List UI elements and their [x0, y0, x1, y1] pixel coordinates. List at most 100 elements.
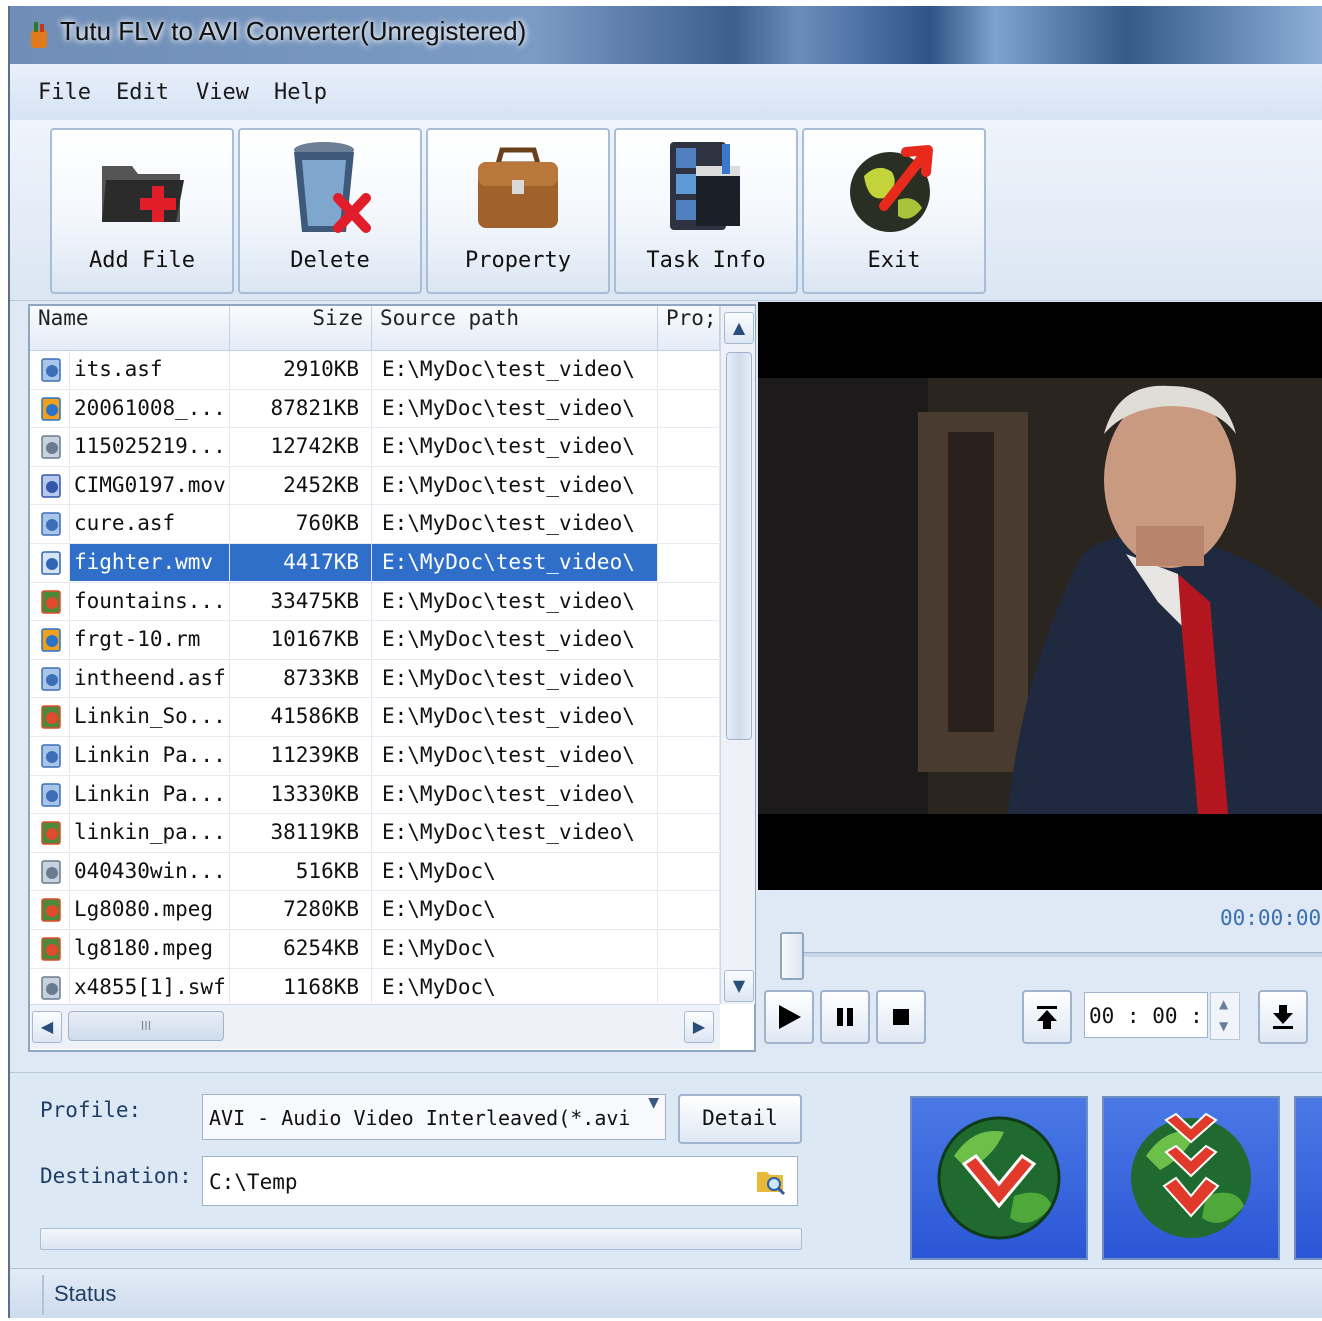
window-title: Tutu FLV to AVI Converter(Unregistered) — [60, 16, 527, 46]
destination-field[interactable]: C:\Temp — [202, 1156, 798, 1206]
file-progress — [658, 968, 720, 1003]
file-size: 2452KB — [230, 466, 372, 504]
horizontal-scrollbar[interactable]: ◀ III ▶ — [30, 1004, 720, 1049]
file-progress — [658, 582, 720, 620]
file-row[interactable]: 115025219... 12742KB E:\MyDoc\test_video\ — [30, 428, 720, 467]
file-row[interactable]: linkin_pa... 38119KB E:\MyDoc\test_video\ — [30, 814, 720, 853]
set-start-button[interactable] — [1022, 990, 1072, 1044]
status-bar: Status — [10, 1268, 1322, 1318]
file-progress — [658, 929, 720, 967]
property-button[interactable]: Property — [426, 128, 610, 294]
menu-help[interactable]: Help — [274, 80, 327, 105]
column-header-size[interactable]: Size — [230, 306, 372, 350]
file-row[interactable]: Lg8080.mpeg 7280KB E:\MyDoc\ — [30, 891, 720, 930]
profile-select[interactable]: AVI - Audio Video Interleaved(*.avi ▼ — [202, 1094, 666, 1140]
add-file-button[interactable]: Add File — [50, 128, 234, 294]
file-source-path: E:\MyDoc\test_video\ — [372, 814, 658, 852]
file-row[interactable]: its.asf 2910KB E:\MyDoc\test_video\ — [30, 351, 720, 390]
seek-bar[interactable] — [782, 952, 1322, 957]
scroll-down-arrow-icon[interactable]: ▼ — [724, 970, 754, 1002]
asf-video-icon — [41, 512, 61, 537]
file-icon-cell — [30, 929, 70, 967]
time-spinner[interactable]: ▲ ▼ — [1210, 992, 1240, 1040]
file-row[interactable]: 040430win... 516KB E:\MyDoc\ — [30, 852, 720, 892]
convert-globe-icon — [937, 1116, 1061, 1240]
file-row[interactable]: Linkin_So... 41586KB E:\MyDoc\test_video\ — [30, 698, 720, 737]
file-size: 33475KB — [230, 582, 372, 620]
file-row[interactable]: 20061008_... 87821KB E:\MyDoc\test_video\ — [30, 389, 720, 429]
time-field[interactable]: 00 : 00 : 00 — [1084, 992, 1241, 1038]
stop-button[interactable] — [876, 990, 926, 1044]
title-bar[interactable]: Tutu FLV to AVI Converter(Unregistered) — [10, 6, 1322, 64]
file-source-path: E:\MyDoc\test_video\ — [372, 582, 658, 620]
file-size: 760KB — [230, 505, 372, 543]
file-icon-cell — [30, 775, 70, 813]
file-row[interactable]: Linkin Pa... 11239KB E:\MyDoc\test_video\ — [30, 736, 720, 776]
column-header-progress[interactable]: Pro; — [658, 306, 720, 350]
file-size: 2910KB — [230, 351, 372, 388]
file-icon-cell — [30, 466, 70, 504]
column-header-name[interactable]: Name — [30, 306, 230, 350]
set-end-button[interactable] — [1258, 990, 1308, 1044]
browse-folder-icon[interactable] — [755, 1166, 787, 1196]
file-row[interactable]: CIMG0197.mov 2452KB E:\MyDoc\test_video\ — [30, 466, 720, 506]
detail-button[interactable]: Detail — [678, 1094, 802, 1144]
spin-down-icon[interactable]: ▼ — [1219, 1019, 1228, 1033]
vertical-scroll-thumb[interactable] — [726, 352, 752, 740]
task-info-button[interactable]: Task Info — [614, 128, 798, 294]
file-size: 11239KB — [230, 736, 372, 774]
file-row[interactable]: Linkin Pa... 13330KB E:\MyDoc\test_video\ — [30, 775, 720, 815]
file-icon-cell — [30, 428, 70, 466]
exit-button[interactable]: Exit — [802, 128, 986, 294]
convert-button[interactable] — [910, 1096, 1088, 1260]
file-icon-cell — [30, 389, 70, 427]
quicktime-file-icon — [41, 474, 61, 498]
file-source-path: E:\MyDoc\test_video\ — [372, 428, 658, 466]
seek-thumb[interactable] — [780, 932, 804, 980]
file-name: cure.asf — [70, 505, 230, 543]
file-icon-cell — [30, 698, 70, 736]
file-size: 41586KB — [230, 698, 372, 736]
stop-icon — [893, 1009, 909, 1025]
file-icon-cell — [30, 659, 70, 697]
spin-up-icon[interactable]: ▲ — [1219, 997, 1228, 1011]
file-row[interactable]: intheend.asf 8733KB E:\MyDoc\test_video\ — [30, 659, 720, 699]
file-source-path: E:\MyDoc\test_video\ — [372, 736, 658, 774]
asf-video-icon — [41, 744, 61, 768]
wmv-file-icon — [41, 551, 61, 575]
scroll-right-arrow-icon[interactable]: ▶ — [684, 1011, 714, 1043]
scroll-left-arrow-icon[interactable]: ◀ — [32, 1011, 62, 1043]
file-progress — [658, 505, 720, 543]
file-source-path: E:\MyDoc\test_video\ — [372, 621, 658, 659]
delete-button[interactable]: Delete — [238, 128, 422, 294]
horizontal-scroll-thumb[interactable]: III — [68, 1011, 224, 1041]
briefcase-icon — [478, 147, 558, 228]
mpeg-file-icon — [41, 705, 61, 730]
menu-view[interactable]: View — [196, 80, 249, 105]
mark-start-icon — [1037, 1006, 1057, 1029]
file-name: Linkin Pa... — [70, 736, 230, 774]
file-icon-cell — [30, 814, 70, 852]
file-progress — [658, 466, 720, 504]
pause-button[interactable] — [820, 990, 870, 1044]
vertical-scrollbar[interactable]: ▲ ▼ — [720, 306, 755, 1004]
extra-action-button[interactable] — [1294, 1096, 1322, 1260]
file-progress — [658, 775, 720, 813]
toolbar: Add File Delete Property Task Info Exit — [10, 120, 1322, 301]
profile-value: AVI - Audio Video Interleaved(*.avi — [209, 1106, 631, 1130]
file-row[interactable]: cure.asf 760KB E:\MyDoc\test_video\ — [30, 505, 720, 544]
file-row[interactable]: fighter.wmv 4417KB E:\MyDoc\test_video\ — [30, 543, 720, 583]
batch-convert-button[interactable] — [1102, 1096, 1280, 1260]
menu-edit[interactable]: Edit — [116, 80, 169, 105]
file-row[interactable]: x4855[1].swf 1168KB E:\MyDoc\ — [30, 968, 720, 1003]
play-button[interactable] — [764, 990, 814, 1044]
file-row[interactable]: frgt-10.rm 10167KB E:\MyDoc\test_video\ — [30, 621, 720, 660]
file-row[interactable]: lg8180.mpeg 6254KB E:\MyDoc\ — [30, 929, 720, 969]
menu-file[interactable]: File — [38, 80, 91, 105]
file-row[interactable]: fountains... 33475KB E:\MyDoc\test_video\ — [30, 582, 720, 622]
column-header-source-path[interactable]: Source path — [372, 306, 658, 350]
asf-video-icon — [41, 782, 61, 807]
file-size: 7280KB — [230, 891, 372, 929]
dropdown-arrow-icon[interactable]: ▼ — [648, 1095, 659, 1111]
scroll-up-arrow-icon[interactable]: ▲ — [724, 312, 754, 344]
